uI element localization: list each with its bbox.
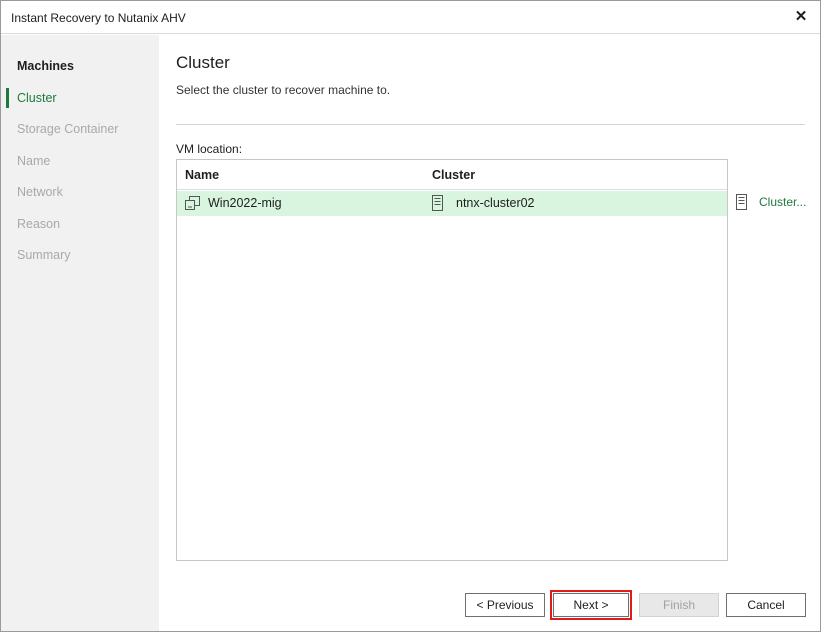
table-row[interactable]: Win2022-mig ntnx-cluster02 — [177, 191, 727, 216]
next-button[interactable]: Next > — [550, 590, 632, 620]
divider — [176, 124, 805, 125]
table-header: Name Cluster — [177, 160, 727, 190]
vm-name-cell: Win2022-mig — [208, 196, 282, 210]
step-storage-container[interactable]: Storage Container — [1, 118, 159, 140]
step-network[interactable]: Network — [1, 181, 159, 203]
page-title: Cluster — [176, 53, 230, 72]
title-bar: Instant Recovery to Nutanix AHV ✕ — [1, 1, 820, 34]
vm-location-table[interactable]: Name Cluster Win2022-mig ntnx-cluster02 — [176, 159, 728, 561]
vm-location-label: VM location: — [176, 142, 243, 156]
step-summary[interactable]: Summary — [1, 244, 159, 266]
cancel-button[interactable]: Cancel — [726, 593, 806, 617]
wizard-window: Instant Recovery to Nutanix AHV ✕ Machin… — [0, 0, 821, 632]
window-title: Instant Recovery to Nutanix AHV — [11, 11, 186, 25]
server-icon — [432, 195, 443, 214]
previous-button[interactable]: < Previous — [465, 593, 545, 617]
vm-icon — [185, 196, 200, 213]
cluster-button-label: Cluster... — [759, 195, 807, 209]
wizard-steps-sidebar: Machines Cluster Storage Container Name … — [1, 35, 159, 631]
step-reason[interactable]: Reason — [1, 213, 159, 235]
close-icon[interactable]: ✕ — [792, 7, 810, 27]
main-panel: Cluster Select the cluster to recover ma… — [159, 35, 820, 631]
column-header-name[interactable]: Name — [185, 168, 219, 182]
finish-button[interactable]: Finish — [639, 593, 719, 617]
column-header-cluster[interactable]: Cluster — [432, 168, 475, 182]
step-machines[interactable]: Machines — [1, 55, 159, 77]
cluster-cell: ntnx-cluster02 — [456, 196, 535, 210]
step-name[interactable]: Name — [1, 150, 159, 172]
step-cluster[interactable]: Cluster — [1, 87, 159, 109]
page-subtitle: Select the cluster to recover machine to… — [176, 83, 391, 97]
server-icon — [736, 194, 747, 213]
